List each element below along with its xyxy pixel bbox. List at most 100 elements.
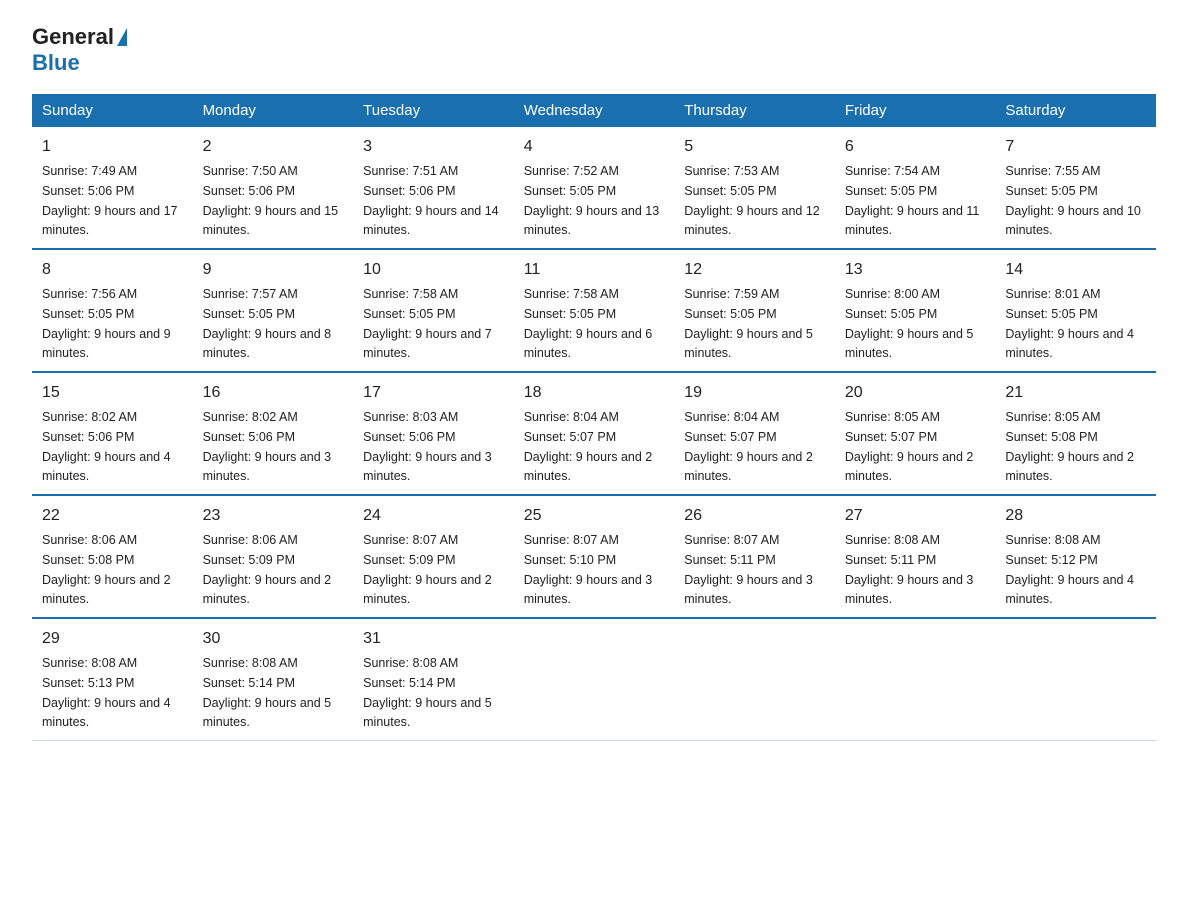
- day-info: Sunrise: 8:00 AMSunset: 5:05 PMDaylight:…: [845, 287, 974, 360]
- weekday-header-tuesday: Tuesday: [353, 94, 514, 127]
- day-info: Sunrise: 8:04 AMSunset: 5:07 PMDaylight:…: [524, 410, 653, 483]
- calendar-cell: 26 Sunrise: 8:07 AMSunset: 5:11 PMDaylig…: [674, 495, 835, 618]
- day-info: Sunrise: 7:55 AMSunset: 5:05 PMDaylight:…: [1005, 164, 1141, 237]
- logo: General Blue: [32, 24, 130, 76]
- day-number: 4: [524, 135, 665, 159]
- calendar-cell: 1 Sunrise: 7:49 AMSunset: 5:06 PMDayligh…: [32, 127, 193, 249]
- day-number: 8: [42, 258, 183, 282]
- calendar-cell: 11 Sunrise: 7:58 AMSunset: 5:05 PMDaylig…: [514, 249, 675, 372]
- day-info: Sunrise: 8:07 AMSunset: 5:09 PMDaylight:…: [363, 533, 492, 606]
- day-info: Sunrise: 8:01 AMSunset: 5:05 PMDaylight:…: [1005, 287, 1134, 360]
- weekday-header-monday: Monday: [193, 94, 354, 127]
- day-number: 16: [203, 381, 344, 405]
- day-number: 26: [684, 504, 825, 528]
- calendar-cell: 21 Sunrise: 8:05 AMSunset: 5:08 PMDaylig…: [995, 372, 1156, 495]
- day-info: Sunrise: 7:49 AMSunset: 5:06 PMDaylight:…: [42, 164, 178, 237]
- day-number: 7: [1005, 135, 1146, 159]
- calendar-week-row: 22 Sunrise: 8:06 AMSunset: 5:08 PMDaylig…: [32, 495, 1156, 618]
- day-info: Sunrise: 8:07 AMSunset: 5:10 PMDaylight:…: [524, 533, 653, 606]
- day-number: 29: [42, 627, 183, 651]
- day-info: Sunrise: 8:05 AMSunset: 5:08 PMDaylight:…: [1005, 410, 1134, 483]
- day-info: Sunrise: 7:50 AMSunset: 5:06 PMDaylight:…: [203, 164, 339, 237]
- day-number: 13: [845, 258, 986, 282]
- day-info: Sunrise: 8:04 AMSunset: 5:07 PMDaylight:…: [684, 410, 813, 483]
- calendar-cell: 22 Sunrise: 8:06 AMSunset: 5:08 PMDaylig…: [32, 495, 193, 618]
- day-info: Sunrise: 7:58 AMSunset: 5:05 PMDaylight:…: [363, 287, 492, 360]
- page-header: General Blue: [32, 24, 1156, 76]
- calendar-cell: 10 Sunrise: 7:58 AMSunset: 5:05 PMDaylig…: [353, 249, 514, 372]
- day-info: Sunrise: 7:53 AMSunset: 5:05 PMDaylight:…: [684, 164, 820, 237]
- calendar-cell: 18 Sunrise: 8:04 AMSunset: 5:07 PMDaylig…: [514, 372, 675, 495]
- day-number: 25: [524, 504, 665, 528]
- day-info: Sunrise: 8:08 AMSunset: 5:14 PMDaylight:…: [203, 656, 332, 729]
- day-number: 27: [845, 504, 986, 528]
- weekday-header-row: SundayMondayTuesdayWednesdayThursdayFrid…: [32, 94, 1156, 127]
- day-number: 18: [524, 381, 665, 405]
- day-number: 22: [42, 504, 183, 528]
- calendar-cell: [835, 618, 996, 741]
- day-info: Sunrise: 8:03 AMSunset: 5:06 PMDaylight:…: [363, 410, 492, 483]
- calendar-cell: 6 Sunrise: 7:54 AMSunset: 5:05 PMDayligh…: [835, 127, 996, 249]
- calendar-cell: 9 Sunrise: 7:57 AMSunset: 5:05 PMDayligh…: [193, 249, 354, 372]
- calendar-cell: 7 Sunrise: 7:55 AMSunset: 5:05 PMDayligh…: [995, 127, 1156, 249]
- day-info: Sunrise: 7:51 AMSunset: 5:06 PMDaylight:…: [363, 164, 499, 237]
- calendar-cell: 12 Sunrise: 7:59 AMSunset: 5:05 PMDaylig…: [674, 249, 835, 372]
- day-number: 14: [1005, 258, 1146, 282]
- calendar-cell: 30 Sunrise: 8:08 AMSunset: 5:14 PMDaylig…: [193, 618, 354, 741]
- day-number: 24: [363, 504, 504, 528]
- weekday-header-saturday: Saturday: [995, 94, 1156, 127]
- calendar-cell: 24 Sunrise: 8:07 AMSunset: 5:09 PMDaylig…: [353, 495, 514, 618]
- weekday-header-friday: Friday: [835, 94, 996, 127]
- day-number: 12: [684, 258, 825, 282]
- day-number: 2: [203, 135, 344, 159]
- day-number: 19: [684, 381, 825, 405]
- day-info: Sunrise: 8:06 AMSunset: 5:09 PMDaylight:…: [203, 533, 332, 606]
- calendar-cell: [674, 618, 835, 741]
- day-info: Sunrise: 8:08 AMSunset: 5:14 PMDaylight:…: [363, 656, 492, 729]
- day-number: 30: [203, 627, 344, 651]
- calendar-cell: 2 Sunrise: 7:50 AMSunset: 5:06 PMDayligh…: [193, 127, 354, 249]
- day-number: 1: [42, 135, 183, 159]
- calendar-cell: 28 Sunrise: 8:08 AMSunset: 5:12 PMDaylig…: [995, 495, 1156, 618]
- day-number: 28: [1005, 504, 1146, 528]
- calendar-cell: 27 Sunrise: 8:08 AMSunset: 5:11 PMDaylig…: [835, 495, 996, 618]
- calendar-week-row: 29 Sunrise: 8:08 AMSunset: 5:13 PMDaylig…: [32, 618, 1156, 741]
- day-info: Sunrise: 7:52 AMSunset: 5:05 PMDaylight:…: [524, 164, 660, 237]
- calendar-cell: 14 Sunrise: 8:01 AMSunset: 5:05 PMDaylig…: [995, 249, 1156, 372]
- weekday-header-wednesday: Wednesday: [514, 94, 675, 127]
- calendar-cell: 4 Sunrise: 7:52 AMSunset: 5:05 PMDayligh…: [514, 127, 675, 249]
- day-number: 11: [524, 258, 665, 282]
- day-info: Sunrise: 7:58 AMSunset: 5:05 PMDaylight:…: [524, 287, 653, 360]
- day-number: 3: [363, 135, 504, 159]
- day-number: 6: [845, 135, 986, 159]
- day-info: Sunrise: 8:02 AMSunset: 5:06 PMDaylight:…: [42, 410, 171, 483]
- calendar-cell: [995, 618, 1156, 741]
- calendar-cell: 29 Sunrise: 8:08 AMSunset: 5:13 PMDaylig…: [32, 618, 193, 741]
- day-number: 5: [684, 135, 825, 159]
- calendar-cell: 19 Sunrise: 8:04 AMSunset: 5:07 PMDaylig…: [674, 372, 835, 495]
- day-info: Sunrise: 8:07 AMSunset: 5:11 PMDaylight:…: [684, 533, 813, 606]
- weekday-header-thursday: Thursday: [674, 94, 835, 127]
- day-info: Sunrise: 8:08 AMSunset: 5:11 PMDaylight:…: [845, 533, 974, 606]
- calendar-cell: 25 Sunrise: 8:07 AMSunset: 5:10 PMDaylig…: [514, 495, 675, 618]
- day-number: 15: [42, 381, 183, 405]
- day-info: Sunrise: 7:54 AMSunset: 5:05 PMDaylight:…: [845, 164, 980, 237]
- logo-triangle-icon: [117, 28, 127, 46]
- day-info: Sunrise: 7:59 AMSunset: 5:05 PMDaylight:…: [684, 287, 813, 360]
- calendar-cell: 20 Sunrise: 8:05 AMSunset: 5:07 PMDaylig…: [835, 372, 996, 495]
- calendar-cell: 8 Sunrise: 7:56 AMSunset: 5:05 PMDayligh…: [32, 249, 193, 372]
- calendar-cell: [514, 618, 675, 741]
- calendar-cell: 31 Sunrise: 8:08 AMSunset: 5:14 PMDaylig…: [353, 618, 514, 741]
- day-number: 21: [1005, 381, 1146, 405]
- day-info: Sunrise: 8:08 AMSunset: 5:13 PMDaylight:…: [42, 656, 171, 729]
- day-info: Sunrise: 7:56 AMSunset: 5:05 PMDaylight:…: [42, 287, 171, 360]
- day-number: 31: [363, 627, 504, 651]
- day-number: 20: [845, 381, 986, 405]
- calendar-cell: 5 Sunrise: 7:53 AMSunset: 5:05 PMDayligh…: [674, 127, 835, 249]
- calendar-table: SundayMondayTuesdayWednesdayThursdayFrid…: [32, 94, 1156, 741]
- calendar-cell: 23 Sunrise: 8:06 AMSunset: 5:09 PMDaylig…: [193, 495, 354, 618]
- calendar-cell: 17 Sunrise: 8:03 AMSunset: 5:06 PMDaylig…: [353, 372, 514, 495]
- calendar-week-row: 15 Sunrise: 8:02 AMSunset: 5:06 PMDaylig…: [32, 372, 1156, 495]
- day-number: 23: [203, 504, 344, 528]
- day-info: Sunrise: 8:08 AMSunset: 5:12 PMDaylight:…: [1005, 533, 1134, 606]
